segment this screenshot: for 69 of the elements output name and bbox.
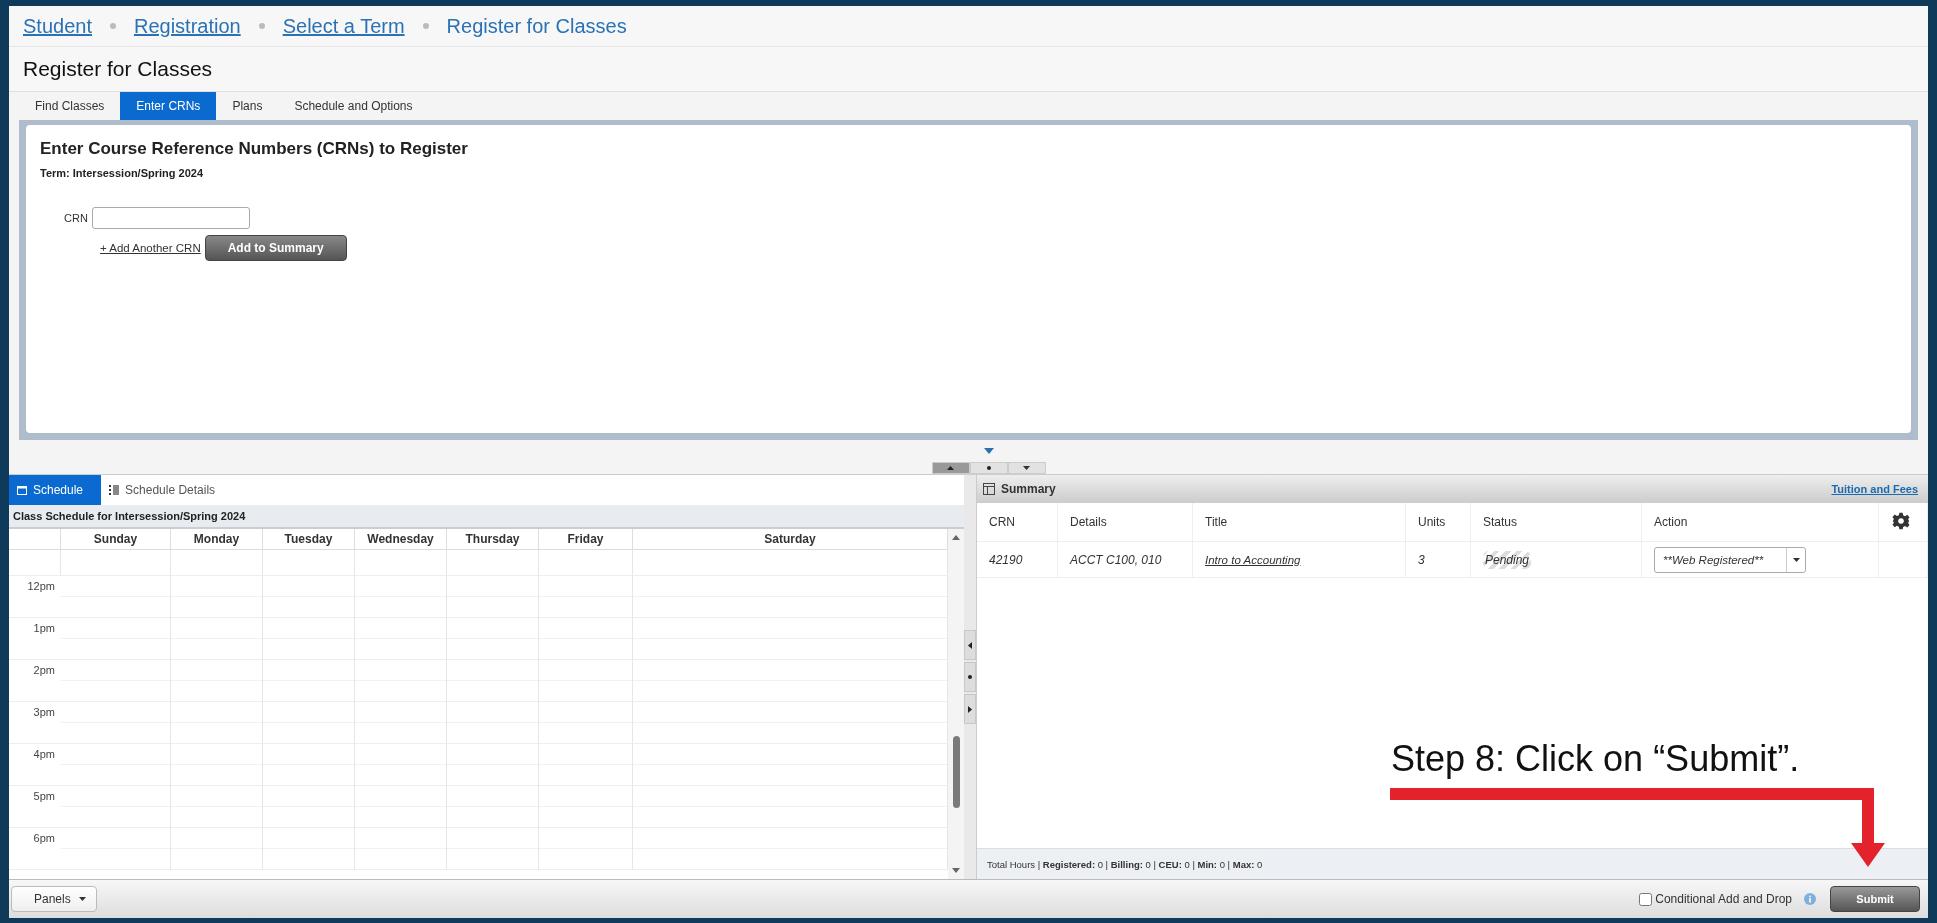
submit-button[interactable]: Submit <box>1830 886 1920 912</box>
collapse-down-button[interactable] <box>1007 462 1046 474</box>
day-header: Monday <box>171 529 263 550</box>
day-header: Tuesday <box>263 529 355 550</box>
checkbox-label: Conditional Add and Drop <box>1655 892 1792 906</box>
caret-icon <box>947 466 954 470</box>
collapse-left-button[interactable] <box>964 630 976 660</box>
table-cell: ACCT C100, 010 <box>1057 541 1193 578</box>
day-header: Saturday <box>633 529 948 550</box>
checkbox[interactable] <box>1639 892 1653 906</box>
scroll-down-icon[interactable] <box>952 868 960 873</box>
column-header: Details <box>1057 503 1193 542</box>
tuition-link[interactable]: Tuition and Fees <box>1831 483 1918 495</box>
caret-icon <box>968 705 972 713</box>
caret-icon <box>968 641 972 649</box>
restore-button[interactable] <box>969 462 1008 474</box>
column-header: Title <box>1192 503 1406 542</box>
day-header: Wednesday <box>355 529 447 550</box>
day-header: Friday <box>539 529 633 550</box>
tab[interactable]: Schedule <box>9 475 102 505</box>
list-icon <box>109 485 120 495</box>
calendar-cell <box>9 529 61 550</box>
settings-icon[interactable] <box>1891 511 1911 530</box>
add-to-summary-button[interactable]: Add to Summary <box>204 235 347 261</box>
term-label: Term: Intersession/Spring 2024 <box>40 167 205 179</box>
tab[interactable]: Enter CRNs <box>120 92 217 120</box>
breadcrumb-link[interactable]: Select a Term <box>282 14 405 38</box>
calendar-icon <box>17 485 27 495</box>
collapse-up-button[interactable] <box>931 462 970 474</box>
column-header: Units <box>1405 503 1471 542</box>
caret-icon <box>1792 557 1800 562</box>
column-header: Status <box>1470 503 1642 542</box>
scroll-up-icon[interactable] <box>952 535 960 540</box>
schedule-caption: Class Schedule for Intersession/Spring 2024 <box>9 505 964 529</box>
total-hours-summary: Total Hours | Registered: 0 | Billing: 0 | CEU: 0 | Min: 0 | Max: 0 <box>977 848 1928 879</box>
action-dropdown[interactable]: **Web Registered** <box>1654 546 1806 573</box>
tab[interactable]: Schedule and Options <box>278 92 429 120</box>
tab[interactable]: Schedule Details <box>101 475 234 505</box>
table-icon <box>983 483 995 495</box>
day-header: Thursday <box>447 529 539 550</box>
tab[interactable]: Find Classes <box>19 92 121 120</box>
dot-icon <box>968 675 972 679</box>
breadcrumb-link[interactable]: Registration <box>133 14 241 38</box>
breadcrumb-link[interactable]: Register for Classes <box>446 14 627 38</box>
scroll-thumb[interactable] <box>952 736 960 808</box>
table-cell: 3 <box>1405 541 1471 578</box>
crn-label: CRN <box>64 212 88 224</box>
scrollbar[interactable] <box>948 529 964 879</box>
tab[interactable]: Plans <box>216 92 279 120</box>
calendar-cell <box>9 550 61 576</box>
caret-icon <box>78 897 86 901</box>
day-header: Sunday <box>61 529 171 550</box>
column-header: CRN <box>977 503 1058 542</box>
table-cell: 42190 <box>977 541 1058 578</box>
course-title-link[interactable]: Intro to Accounting <box>1205 553 1301 566</box>
breadcrumb-link[interactable]: Student <box>23 14 92 38</box>
status-badge: Pending <box>1483 550 1532 569</box>
collapse-right-button[interactable] <box>964 694 976 724</box>
dot-icon <box>986 466 991 470</box>
crn-input-field[interactable] <box>91 207 250 229</box>
panels-button[interactable]: Panels <box>11 886 97 912</box>
caret-icon <box>1023 466 1030 470</box>
summary-title: Summary <box>1001 482 1056 496</box>
section-heading: Enter Course Reference Numbers (CRNs) to Register <box>40 139 469 159</box>
instruction-annotation: Step 8: Click on “Submit”. <box>1391 738 1800 780</box>
restore-button[interactable] <box>964 662 976 692</box>
caret-icon[interactable] <box>983 448 994 454</box>
add-crn-link[interactable]: + Add Another CRN <box>100 242 201 254</box>
column-header: Action <box>1641 503 1879 542</box>
